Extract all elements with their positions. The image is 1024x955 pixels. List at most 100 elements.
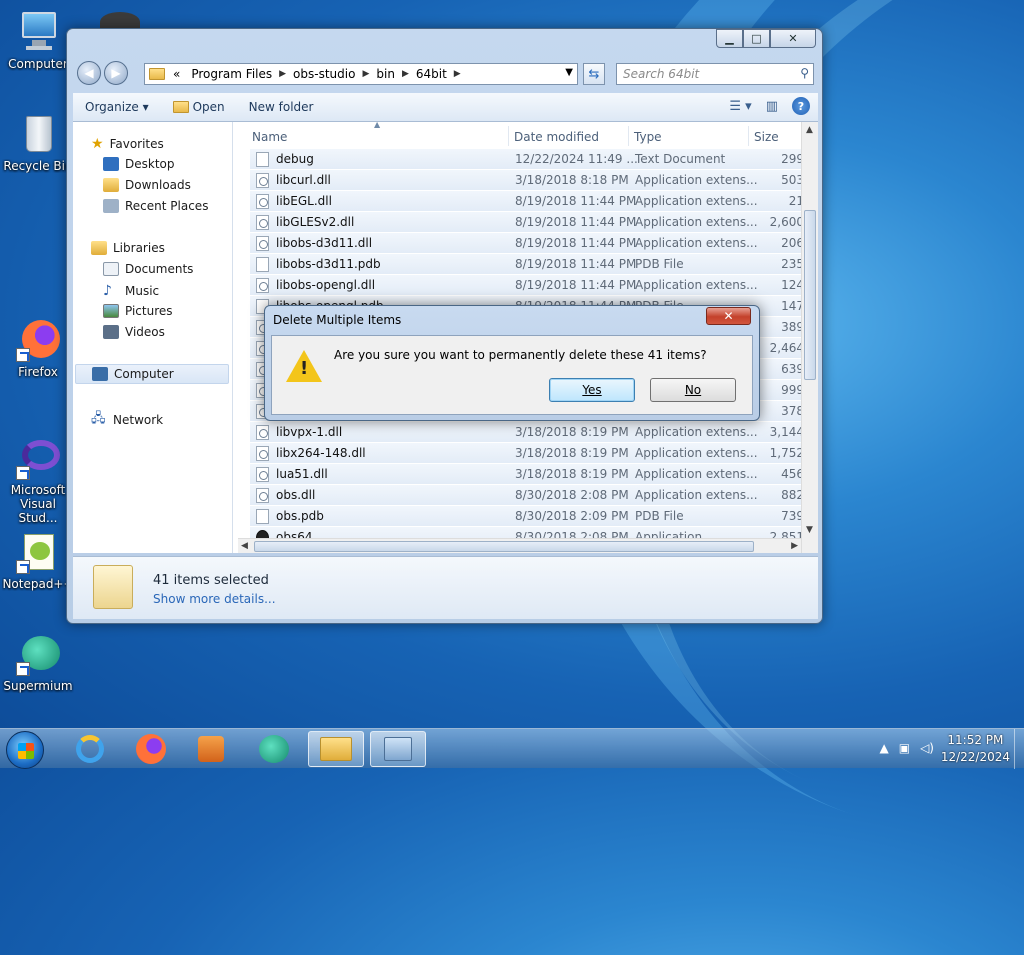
file-row[interactable]: libobs-opengl.dll 8/19/2018 11:44 PM Appli…	[250, 274, 810, 295]
chevron-right-icon[interactable]: ▶	[402, 69, 409, 79]
taskbar-control-panel[interactable]	[370, 731, 426, 767]
selection-count: 41 items selected	[153, 573, 269, 588]
yes-button[interactable]: Yes	[549, 378, 635, 402]
column-name[interactable]: Name	[252, 130, 287, 144]
file-row[interactable]: libGLESv2.dll 8/19/2018 11:44 PM Applicati…	[250, 211, 810, 232]
address-dropdown-icon[interactable]: ▼	[565, 67, 573, 78]
breadcrumb-overflow[interactable]: «	[169, 67, 184, 81]
organize-label: Organize ▾	[85, 100, 149, 114]
nav-recent-places[interactable]: Recent Places	[103, 199, 208, 213]
file-date: 3/18/2018 8:19 PM	[515, 446, 629, 460]
breadcrumb-bin[interactable]: bin	[369, 67, 402, 81]
show-desktop-button[interactable]	[1014, 729, 1024, 769]
file-row[interactable]: lua51.dll 3/18/2018 8:19 PM Application ex…	[250, 463, 810, 484]
desktop-icon-computer[interactable]: Computer	[2, 10, 74, 71]
scroll-down-icon[interactable]: ▼	[806, 525, 813, 535]
nav-downloads[interactable]: Downloads	[103, 178, 191, 192]
nav-label: Network	[113, 413, 164, 427]
nav-videos[interactable]: Videos	[103, 325, 165, 339]
taskbar-explorer[interactable]	[308, 731, 364, 767]
breadcrumb-64bit[interactable]: 64bit	[409, 67, 454, 81]
scroll-right-icon[interactable]: ▶	[791, 541, 798, 551]
taskbar-firefox[interactable]	[123, 731, 179, 767]
file-row[interactable]: libobs-d3d11.dll 8/19/2018 11:44 PM Applic…	[250, 232, 810, 253]
desktop-icon-visual-studio[interactable]: Microsoft Visual Stud...	[2, 436, 74, 525]
chevron-right-icon[interactable]: ▶	[279, 69, 286, 79]
new-folder-label: New folder	[248, 100, 314, 114]
file-row[interactable]: libvpx-1.dll 3/18/2018 8:19 PM Application…	[250, 421, 810, 442]
volume-icon[interactable]: ◁)	[920, 741, 934, 755]
column-size[interactable]: Size	[754, 130, 779, 144]
horizontal-scrollbar[interactable]: ◀ ▶	[238, 538, 801, 553]
forward-button[interactable]: ▶	[104, 61, 128, 85]
desktop-icon-notepadpp[interactable]: Notepad++	[2, 530, 74, 591]
nav-music[interactable]: ♪ Music	[103, 283, 159, 299]
help-icon[interactable]: ?	[792, 97, 810, 115]
horizontal-scroll-thumb[interactable]	[254, 541, 754, 552]
file-row[interactable]: libx264-148.dll 3/18/2018 8:19 PM Applicat…	[250, 442, 810, 463]
desktop-icon-recycle-bin[interactable]: Recycle Bin	[2, 112, 74, 173]
scroll-up-icon[interactable]: ▲	[806, 125, 813, 135]
nav-libraries[interactable]: Libraries	[91, 241, 165, 255]
sort-ascending-icon: ▲	[374, 120, 381, 129]
breadcrumb-program-files[interactable]: Program Files	[184, 67, 279, 81]
file-type: Application extens...	[635, 467, 758, 481]
no-button[interactable]: No	[650, 378, 736, 402]
file-date: 8/30/2018 2:08 PM	[515, 488, 629, 502]
maximize-button[interactable]: □	[743, 29, 770, 48]
nav-network[interactable]: 🖧 Network	[91, 409, 163, 431]
nav-favorites[interactable]: ★ Favorites	[91, 136, 164, 152]
show-hidden-icons-icon[interactable]: ▲	[880, 741, 889, 755]
file-row[interactable]: obs.pdb 8/30/2018 2:09 PM PDB File 739	[250, 505, 810, 526]
vertical-scroll-thumb[interactable]	[804, 210, 816, 380]
desktop-icon-label: Notepad++	[2, 577, 74, 591]
taskbar-supermium[interactable]	[246, 731, 302, 767]
column-type[interactable]: Type	[634, 130, 662, 144]
file-row[interactable]: libcurl.dll 3/18/2018 8:18 PM Application …	[250, 169, 810, 190]
taskbar-media-player[interactable]	[183, 731, 239, 767]
file-date: 8/30/2018 2:09 PM	[515, 509, 629, 523]
minimize-button[interactable]: ▁	[716, 29, 743, 48]
search-input[interactable]: Search 64bit ⚲	[616, 63, 814, 85]
file-row[interactable]: libobs-d3d11.pdb 8/19/2018 11:44 PM PDB Fi…	[250, 253, 810, 274]
desktop-icon-label: Microsoft Visual Stud...	[10, 483, 66, 525]
preview-pane-icon[interactable]: ▥	[766, 99, 778, 114]
file-row[interactable]: libEGL.dll 8/19/2018 11:44 PM Application …	[250, 190, 810, 211]
organize-button[interactable]: Organize ▾	[73, 100, 161, 114]
file-date: 8/19/2018 11:44 PM	[515, 278, 637, 292]
network-tray-icon[interactable]: ▣	[899, 741, 910, 755]
file-row[interactable]: obs.dll 8/30/2018 2:08 PM Application exte…	[250, 484, 810, 505]
show-more-details-link[interactable]: Show more details...	[153, 592, 276, 606]
new-folder-button[interactable]: New folder	[237, 100, 326, 114]
nav-computer[interactable]: Computer	[75, 364, 229, 384]
back-button[interactable]: ◀	[77, 61, 101, 85]
dialog-close-button[interactable]: ✕	[706, 307, 751, 325]
taskbar-ie[interactable]	[62, 731, 118, 767]
desktop-icon-supermium[interactable]: Supermium	[2, 632, 74, 693]
view-options-icon[interactable]: ☰ ▾	[729, 99, 751, 114]
clock[interactable]: 11:52 PM 12/22/2024	[941, 733, 1010, 764]
open-button[interactable]: Open	[161, 100, 237, 114]
file-size: 2,464	[769, 341, 804, 355]
vertical-scrollbar[interactable]: ▲ ▼	[801, 122, 818, 553]
nav-desktop[interactable]: Desktop	[103, 157, 175, 171]
address-bar[interactable]: « Program Files ▶ obs-studio ▶ bin ▶ 64b…	[144, 63, 578, 85]
chevron-right-icon[interactable]: ▶	[454, 69, 461, 79]
start-button[interactable]	[6, 731, 44, 769]
nav-documents[interactable]: Documents	[103, 262, 193, 276]
file-row[interactable]: debug 12/22/2024 11:49 ... Text Document 29…	[250, 148, 810, 169]
chevron-right-icon[interactable]: ▶	[362, 69, 369, 79]
file-type: Application extens...	[635, 278, 758, 292]
dialog-title: Delete Multiple Items	[273, 313, 402, 327]
scroll-left-icon[interactable]: ◀	[241, 541, 248, 551]
nav-pictures[interactable]: Pictures	[103, 304, 173, 318]
desktop-icon-firefox[interactable]: Firefox	[2, 318, 74, 379]
nav-label: Desktop	[125, 157, 175, 171]
delete-confirm-dialog[interactable]: Delete Multiple Items ✕ ! Are you sure y…	[264, 305, 760, 421]
file-name: libobs-d3d11.dll	[276, 236, 373, 250]
column-date[interactable]: Date modified	[514, 130, 599, 144]
breadcrumb-obs-studio[interactable]: obs-studio	[286, 67, 362, 81]
file-name: libEGL.dll	[276, 194, 332, 208]
close-button[interactable]: ✕	[770, 29, 816, 48]
refresh-button[interactable]: ⇆	[583, 63, 605, 85]
